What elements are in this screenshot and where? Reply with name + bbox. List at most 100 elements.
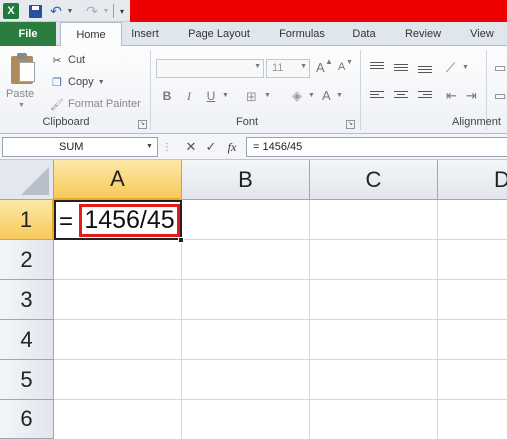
row-header-6[interactable]: 6: [0, 400, 54, 439]
clipboard-group-label: Clipboard: [42, 116, 90, 128]
row-header-1[interactable]: 1: [0, 200, 54, 240]
row-header-3[interactable]: 3: [0, 280, 54, 320]
font-size-dropdown-icon: ▼: [300, 63, 307, 70]
merge-center-icon[interactable]: ▭: [494, 88, 506, 104]
row-header-5[interactable]: 5: [0, 360, 54, 400]
top-align-icon[interactable]: [370, 62, 384, 72]
increase-indent-icon[interactable]: ⇥: [466, 88, 477, 104]
column-header-a[interactable]: A: [54, 160, 182, 200]
paste-icon[interactable]: [11, 52, 37, 86]
name-box[interactable]: SUM: [2, 137, 158, 157]
ribbon-tabs: File Home Insert Page Layout Formulas Da…: [0, 22, 507, 47]
wrap-text-icon[interactable]: ▭: [494, 60, 506, 76]
font-color-button[interactable]: A: [322, 88, 331, 103]
excel-logo-icon[interactable]: X: [3, 3, 19, 19]
tab-data[interactable]: Data: [342, 22, 386, 46]
font-name-dropdown-icon: ▼: [254, 63, 261, 70]
bottom-align-icon[interactable]: [418, 66, 432, 76]
tab-page-layout[interactable]: Page Layout: [180, 22, 258, 46]
font-group-label: Font: [235, 116, 258, 128]
column-header-d[interactable]: D: [438, 160, 507, 200]
orientation-icon[interactable]: ⟋: [446, 60, 455, 76]
middle-align-icon[interactable]: [394, 64, 408, 74]
format-painter-button[interactable]: 🖌 Format Painter: [50, 96, 141, 112]
paste-dropdown-icon[interactable]: ▼: [18, 102, 25, 109]
grid-line: [54, 399, 507, 400]
title-bar-highlight: [130, 0, 507, 22]
alignment-group-label: Alignment: [452, 116, 501, 128]
underline-dropdown-icon[interactable]: ▼: [222, 92, 229, 99]
font-launcher-icon[interactable]: ↘: [346, 120, 355, 129]
undo-dropdown-icon[interactable]: ▼: [66, 3, 74, 19]
enter-icon[interactable]: ✓: [204, 139, 218, 155]
cancel-icon[interactable]: ✕: [184, 139, 198, 155]
formula-input[interactable]: = 1456/45: [246, 137, 507, 157]
ribbon-separator: [150, 50, 151, 130]
clipboard-launcher-icon[interactable]: ↘: [138, 120, 147, 129]
ribbon: Paste ▼ ✂ Cut ❐ Copy ▼ 🖌 Format Painter …: [0, 46, 507, 134]
font-color-dropdown-icon[interactable]: ▼: [336, 92, 343, 99]
formula-bar-grip-icon[interactable]: ⋮: [162, 139, 172, 155]
tab-insert[interactable]: Insert: [122, 22, 168, 46]
tab-view[interactable]: View: [460, 22, 504, 46]
copy-dropdown-icon[interactable]: ▼: [98, 79, 105, 86]
cut-button[interactable]: ✂ Cut: [50, 52, 85, 68]
save-icon[interactable]: [28, 3, 43, 19]
redo-icon[interactable]: ↷: [84, 3, 100, 19]
undo-icon[interactable]: ↶: [48, 3, 64, 19]
fill-handle[interactable]: [178, 237, 184, 243]
font-name-select[interactable]: ▼: [156, 59, 264, 78]
excel-window: X ↶ ▼ ↷ ▼ ▾ File Home Insert Page Layout…: [0, 0, 507, 439]
tab-file[interactable]: File: [0, 22, 56, 46]
scissors-icon: ✂: [52, 54, 62, 67]
borders-icon[interactable]: ⊞: [246, 89, 257, 105]
copy-label: Copy: [68, 76, 94, 88]
borders-dropdown-icon[interactable]: ▼: [264, 92, 271, 99]
tab-home[interactable]: Home: [60, 22, 122, 47]
italic-button[interactable]: I: [182, 88, 196, 104]
format-painter-label: Format Painter: [68, 98, 141, 110]
row-header-4[interactable]: 4: [0, 320, 54, 360]
align-right-icon[interactable]: [418, 91, 432, 101]
cut-label: Cut: [68, 54, 86, 66]
align-center-icon[interactable]: [394, 91, 408, 101]
sheet-grid: A B C D 1 2 3 4 5 6 = 1456/45: [0, 160, 507, 439]
font-size-value: 11: [272, 62, 284, 74]
qat-separator: [113, 4, 114, 18]
ribbon-separator: [360, 50, 361, 130]
name-box-value: SUM: [59, 141, 84, 153]
orientation-dropdown-icon[interactable]: ▼: [462, 64, 469, 71]
cell-a1[interactable]: = 1456/45: [54, 200, 182, 240]
insert-function-icon[interactable]: fx: [224, 139, 240, 155]
customize-qat-icon[interactable]: ▾: [117, 3, 127, 19]
redo-dropdown-icon[interactable]: ▼: [102, 3, 110, 19]
excel-logo-letter: X: [7, 5, 15, 17]
grid-line: [54, 319, 507, 320]
decrease-indent-icon[interactable]: ⇤: [446, 88, 457, 104]
tab-review[interactable]: Review: [396, 22, 450, 46]
copy-button[interactable]: ❐ Copy ▼: [50, 74, 105, 90]
fill-color-icon[interactable]: ◈: [292, 88, 302, 104]
shrink-font-button[interactable]: A: [338, 61, 345, 73]
cell-a1-content: 1456/45: [79, 204, 180, 237]
fill-color-dropdown-icon[interactable]: ▼: [308, 92, 315, 99]
formula-input-value: = 1456/45: [253, 141, 303, 153]
paintbrush-icon: 🖌: [50, 98, 64, 111]
bold-button[interactable]: B: [160, 88, 174, 104]
grow-font-arrow-icon: ▲: [325, 57, 333, 66]
font-size-select[interactable]: 11 ▼: [266, 59, 310, 78]
cell-a1-prefix: =: [59, 208, 74, 235]
column-header-b[interactable]: B: [182, 160, 310, 200]
name-box-dropdown-icon[interactable]: ▼: [146, 143, 153, 150]
grow-font-button[interactable]: A: [316, 60, 325, 75]
column-header-c[interactable]: C: [310, 160, 438, 200]
tab-formulas[interactable]: Formulas: [268, 22, 336, 46]
formula-bar: SUM ▼ ⋮ ✕ ✓ fx = 1456/45: [0, 134, 507, 160]
grid-line: [54, 359, 507, 360]
row-header-2[interactable]: 2: [0, 240, 54, 280]
align-left-icon[interactable]: [370, 91, 384, 101]
select-all-button[interactable]: [0, 160, 54, 200]
underline-button[interactable]: U: [204, 88, 218, 104]
grid-line: [54, 279, 507, 280]
paste-button[interactable]: Paste: [6, 88, 34, 100]
